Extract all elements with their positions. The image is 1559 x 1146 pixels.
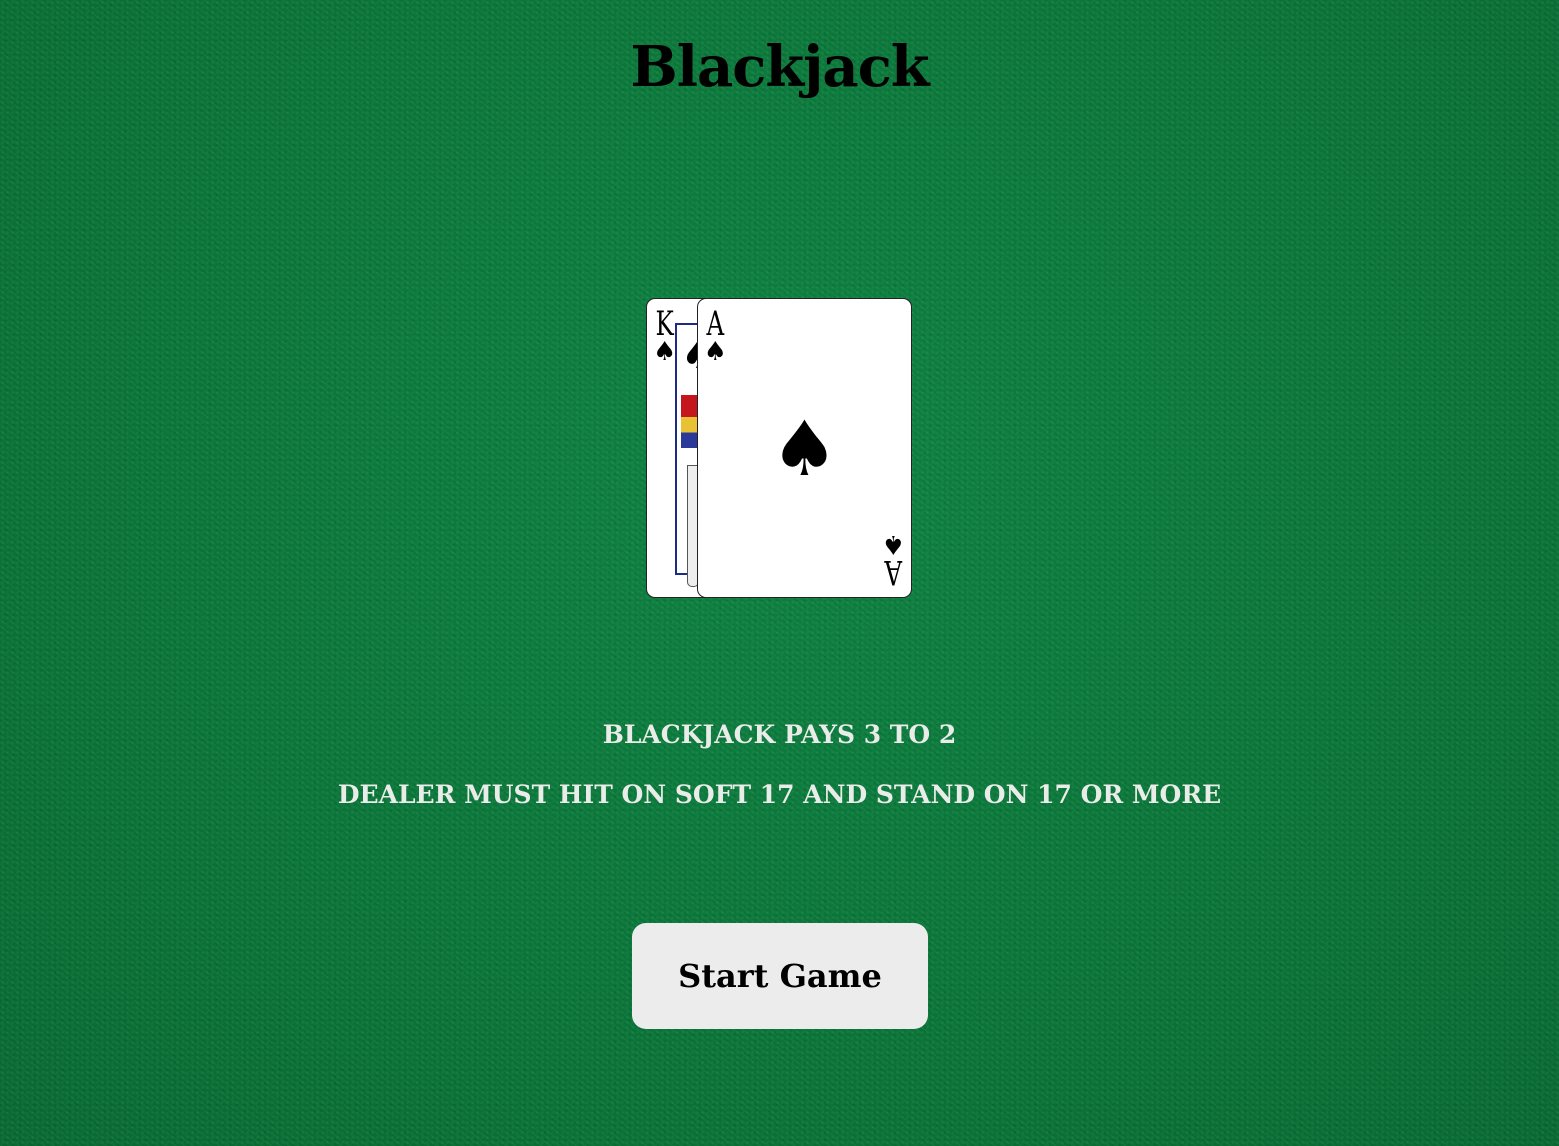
card-rank: A — [884, 552, 903, 592]
card-corner-top: K ♠ — [652, 307, 677, 365]
page-title: Blackjack — [630, 34, 929, 100]
playing-card-ace-of-spades: A ♠ ♠ A ♠ — [697, 298, 912, 598]
card-hand: K ♠ ♠ A ♠ ♠ A ♠ — [646, 298, 916, 602]
payout-rule-text: BLACKJACK PAYS 3 TO 2 — [602, 720, 957, 749]
dealer-rule-text: DEALER MUST HIT ON SOFT 17 AND STAND ON … — [337, 780, 1222, 809]
start-game-button[interactable]: Start Game — [632, 923, 928, 1029]
spade-icon: ♠ — [770, 403, 839, 493]
card-rank: K — [655, 304, 674, 344]
card-corner-bottom: A ♠ — [881, 529, 906, 592]
